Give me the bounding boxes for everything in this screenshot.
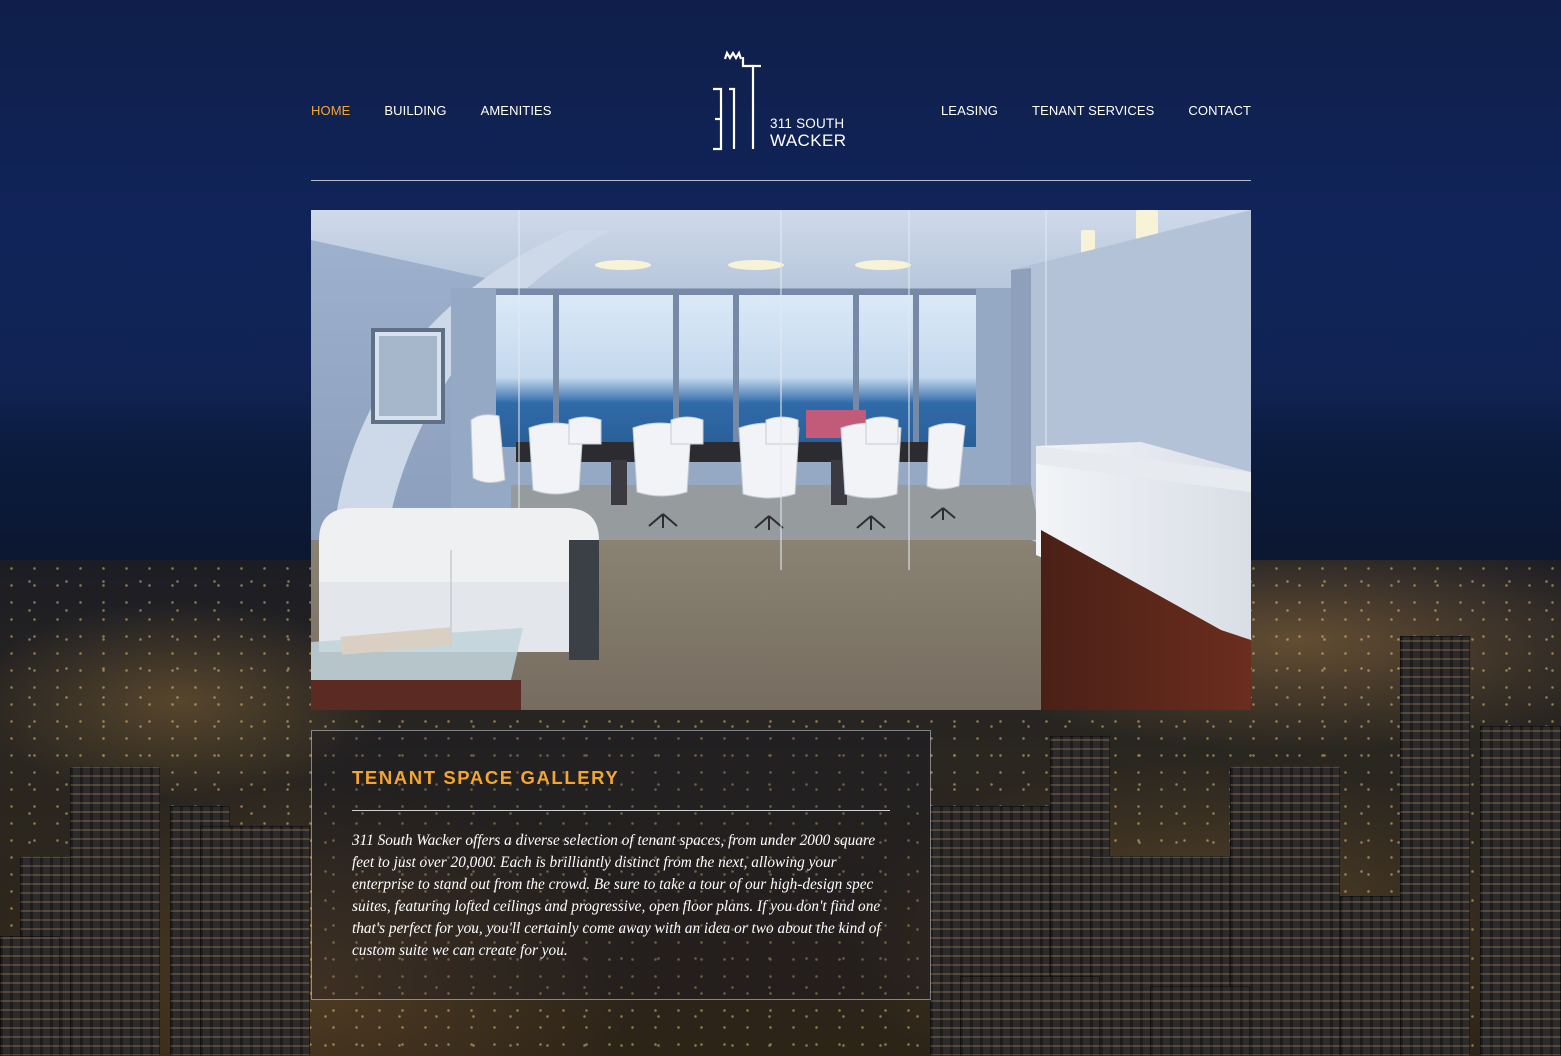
- hero-image: [311, 210, 1251, 710]
- conference-room-photo: [311, 210, 1251, 710]
- tenant-gallery-panel: TENANT SPACE GALLERY 311 South Wacker of…: [311, 730, 931, 1000]
- nav-building-link[interactable]: BUILDING: [384, 103, 446, 118]
- gallery-description: 311 South Wacker offers a diverse select…: [352, 832, 881, 959]
- primary-nav-right: LEASING TENANT SERVICES CONTACT: [907, 103, 1251, 118]
- nav-amenities-link[interactable]: AMENITIES: [481, 103, 552, 118]
- nav-tenant-services-link[interactable]: TENANT SERVICES: [1032, 103, 1154, 118]
- nav-leasing-link[interactable]: LEASING: [941, 103, 998, 118]
- title-divider: [352, 810, 890, 811]
- nav-contact-link[interactable]: CONTACT: [1188, 103, 1251, 118]
- site-logo[interactable]: 311 SOUTH WACKER: [711, 50, 853, 154]
- nav-home-link[interactable]: HOME: [311, 103, 350, 118]
- building-311-icon: [713, 50, 761, 151]
- logo-line-1: 311 SOUTH: [770, 116, 845, 131]
- site-header: HOME BUILDING AMENITIES 311 SOUTH WACKER: [311, 0, 1251, 181]
- primary-nav-left: HOME BUILDING AMENITIES: [311, 103, 586, 118]
- logo-wordmark: 311 SOUTH WACKER: [770, 117, 846, 149]
- gallery-title: TENANT SPACE GALLERY: [352, 767, 620, 788]
- logo-line-2: WACKER: [770, 130, 847, 150]
